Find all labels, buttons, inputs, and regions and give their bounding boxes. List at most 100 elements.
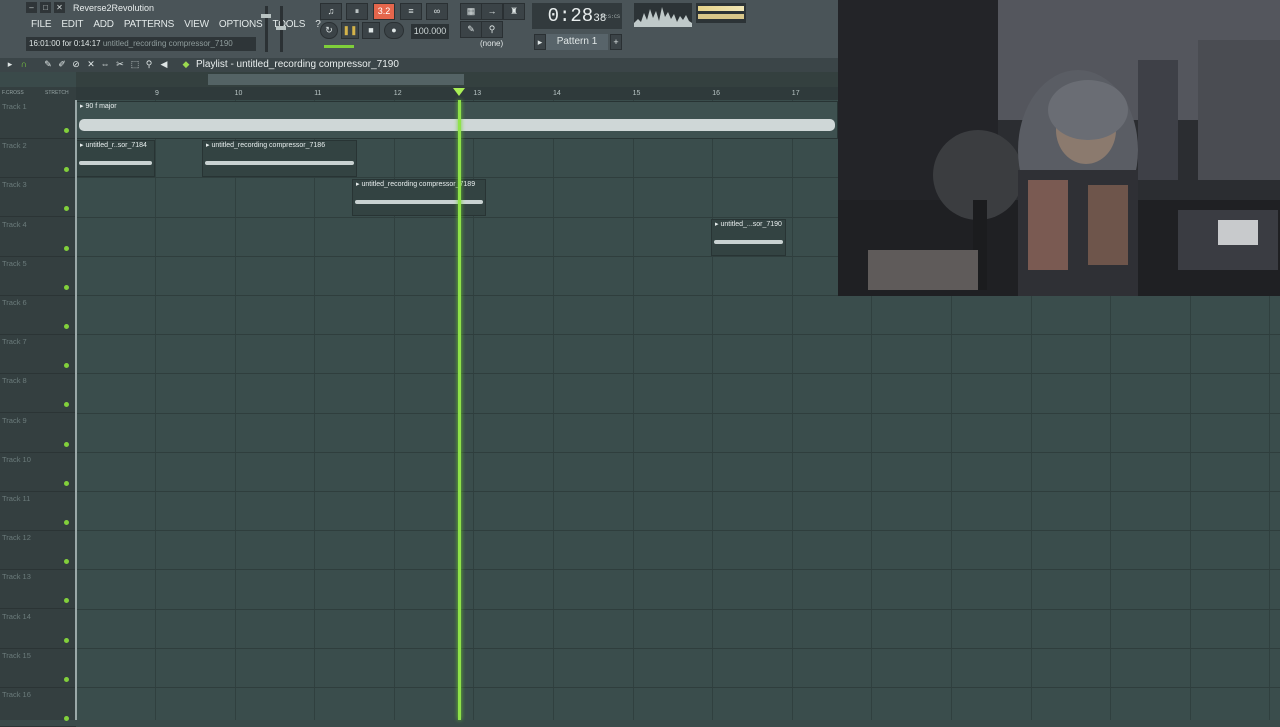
track-header[interactable]: Track 11 <box>0 492 76 531</box>
step-indicator[interactable]: 3.2 <box>373 3 395 20</box>
playhead[interactable] <box>458 100 461 720</box>
bar-line <box>553 100 554 720</box>
pause-button[interactable]: ❚❚ <box>341 22 359 39</box>
hint-bar: 16:01:00 for 0:14:17 untitled_recording … <box>26 37 256 51</box>
track-header[interactable]: Track 1 <box>0 100 76 139</box>
track-header[interactable]: Track 13 <box>0 570 76 610</box>
draw-tool-icon[interactable]: ✎ <box>43 59 53 70</box>
track-divider <box>76 334 1280 335</box>
track-mute-led[interactable] <box>64 284 69 290</box>
master-pitch-handle[interactable] <box>276 26 286 30</box>
pattern-add-icon[interactable]: + <box>610 34 622 50</box>
pattern-prev-icon[interactable]: ▸ <box>534 34 546 50</box>
track-header[interactable]: Track 5 <box>0 257 76 296</box>
track-header[interactable]: Track 7 <box>0 335 76 375</box>
track-divider <box>76 569 1280 570</box>
playlist-icon[interactable]: ▦ <box>460 3 482 20</box>
audio-clip[interactable]: ▸ untitled_r..sor_7184 <box>76 140 155 177</box>
track-header[interactable]: Track 3 <box>0 178 76 218</box>
menu-patterns[interactable]: PATTERNS <box>119 17 179 33</box>
wait-input-icon[interactable]: ⏸ <box>346 3 368 20</box>
track-mute-led[interactable] <box>64 480 69 486</box>
webcam-image <box>838 0 1280 296</box>
pattern-selector[interactable]: Pattern 1 <box>546 34 608 50</box>
loop-record-icon[interactable]: ∞ <box>426 3 448 20</box>
track-mute-led[interactable] <box>64 128 69 133</box>
ruler-tick-label: 12 <box>393 90 402 97</box>
menu-tools[interactable]: TOOLS <box>267 17 310 33</box>
menu-options[interactable]: OPTIONS <box>214 17 268 33</box>
close-icon[interactable]: ✕ <box>54 2 65 13</box>
track-header[interactable]: Track 4 <box>0 218 76 257</box>
zoom-tool-icon[interactable]: ⚲ <box>144 59 154 70</box>
track-mute-led[interactable] <box>64 676 69 682</box>
master-volume-handle[interactable] <box>261 14 271 18</box>
track-mute-led[interactable] <box>64 637 69 643</box>
track-label: Track 8 <box>2 376 27 386</box>
song-pat-toggle-icon[interactable]: ↻ <box>320 22 338 39</box>
track-header[interactable]: Track 14 <box>0 610 76 649</box>
track-header[interactable]: Track 2 <box>0 139 76 179</box>
audio-clip[interactable]: ▸ untitled_...sor_7190 <box>711 219 786 256</box>
track-mute-led[interactable] <box>64 245 69 251</box>
track-mute-led[interactable] <box>64 441 69 447</box>
track-divider <box>76 452 1280 453</box>
track-mute-led[interactable] <box>64 324 69 329</box>
track-mute-led[interactable] <box>64 167 69 173</box>
ruler-tick-label: 11 <box>314 90 322 97</box>
ruler-tick-label: 13 <box>473 90 482 97</box>
bar-line <box>633 100 634 720</box>
paint-tool-icon[interactable]: ✐ <box>57 59 67 70</box>
track-mute-led[interactable] <box>64 716 69 721</box>
maximize-icon[interactable]: □ <box>40 2 51 13</box>
bar-line <box>712 100 713 720</box>
track-header[interactable]: Track 12 <box>0 531 76 571</box>
track-label: Track 2 <box>2 141 27 151</box>
magnet-icon[interactable]: ∩ <box>19 59 29 70</box>
audio-clip[interactable]: ▸ untitled_recording compressor_7186 <box>202 140 357 177</box>
piano-roll-icon[interactable]: → <box>481 3 503 20</box>
menu-view[interactable]: VIEW <box>179 17 214 33</box>
track-header[interactable]: Track 15 <box>0 649 76 688</box>
pencil-icon[interactable]: ✎ <box>460 21 482 38</box>
playback-tool-icon[interactable]: ◀ <box>159 59 169 70</box>
track-label: Track 13 <box>2 572 31 582</box>
track-header[interactable]: Track 10 <box>0 453 76 492</box>
window-title-bar: – □ ✕ Reverse2Revolution <box>26 2 250 15</box>
menu-edit[interactable]: EDIT <box>56 17 88 33</box>
menu-file[interactable]: FILE <box>26 17 56 33</box>
playhead-marker-icon[interactable] <box>453 88 465 96</box>
snap-selector[interactable]: (none) <box>480 39 503 48</box>
master-volume-slider[interactable] <box>265 6 268 52</box>
slip-tool-icon[interactable]: ⇔ <box>100 59 110 70</box>
audio-clip[interactable]: ▸ untitled_recording compressor_7189 <box>352 179 486 216</box>
track-mute-led[interactable] <box>64 402 69 408</box>
track-header[interactable]: Track 16 <box>0 688 76 727</box>
track-header[interactable]: Track 9 <box>0 414 76 453</box>
link-icon[interactable]: ⚲ <box>481 21 503 38</box>
record-button[interactable]: ● <box>384 22 404 39</box>
track-mute-led[interactable] <box>64 559 69 565</box>
channel-rack-icon[interactable]: ♜ <box>503 3 525 20</box>
select-tool-icon[interactable]: ⬚ <box>130 59 140 70</box>
track-mute-led[interactable] <box>64 363 69 369</box>
metronome-icon[interactable]: ♫ <box>320 3 342 20</box>
track-header[interactable]: Track 8 <box>0 374 76 414</box>
overview-thumb[interactable] <box>208 74 464 85</box>
blend-notes-icon[interactable]: ≡ <box>400 3 422 20</box>
track-mute-led[interactable] <box>64 598 69 604</box>
delete-tool-icon[interactable]: ⊘ <box>71 59 81 70</box>
menu-add[interactable]: ADD <box>88 17 119 33</box>
playlist-menu-icon[interactable]: ▸ <box>5 59 15 70</box>
slice-tool-icon[interactable]: ✂ <box>115 59 125 70</box>
track-mute-led[interactable] <box>64 520 69 525</box>
track-label: Track 5 <box>2 258 27 268</box>
track-mute-led[interactable] <box>64 206 69 212</box>
tempo-display[interactable]: 100.000 <box>411 24 449 39</box>
mute-tool-icon[interactable]: ✕ <box>86 59 96 70</box>
playlist-overview-scrollbar[interactable] <box>76 72 838 87</box>
audio-clip[interactable]: ▸ 90 f major <box>76 101 838 139</box>
minimize-icon[interactable]: – <box>26 2 37 13</box>
stop-button[interactable]: ■ <box>362 22 380 39</box>
track-header[interactable]: Track 6 <box>0 296 76 335</box>
